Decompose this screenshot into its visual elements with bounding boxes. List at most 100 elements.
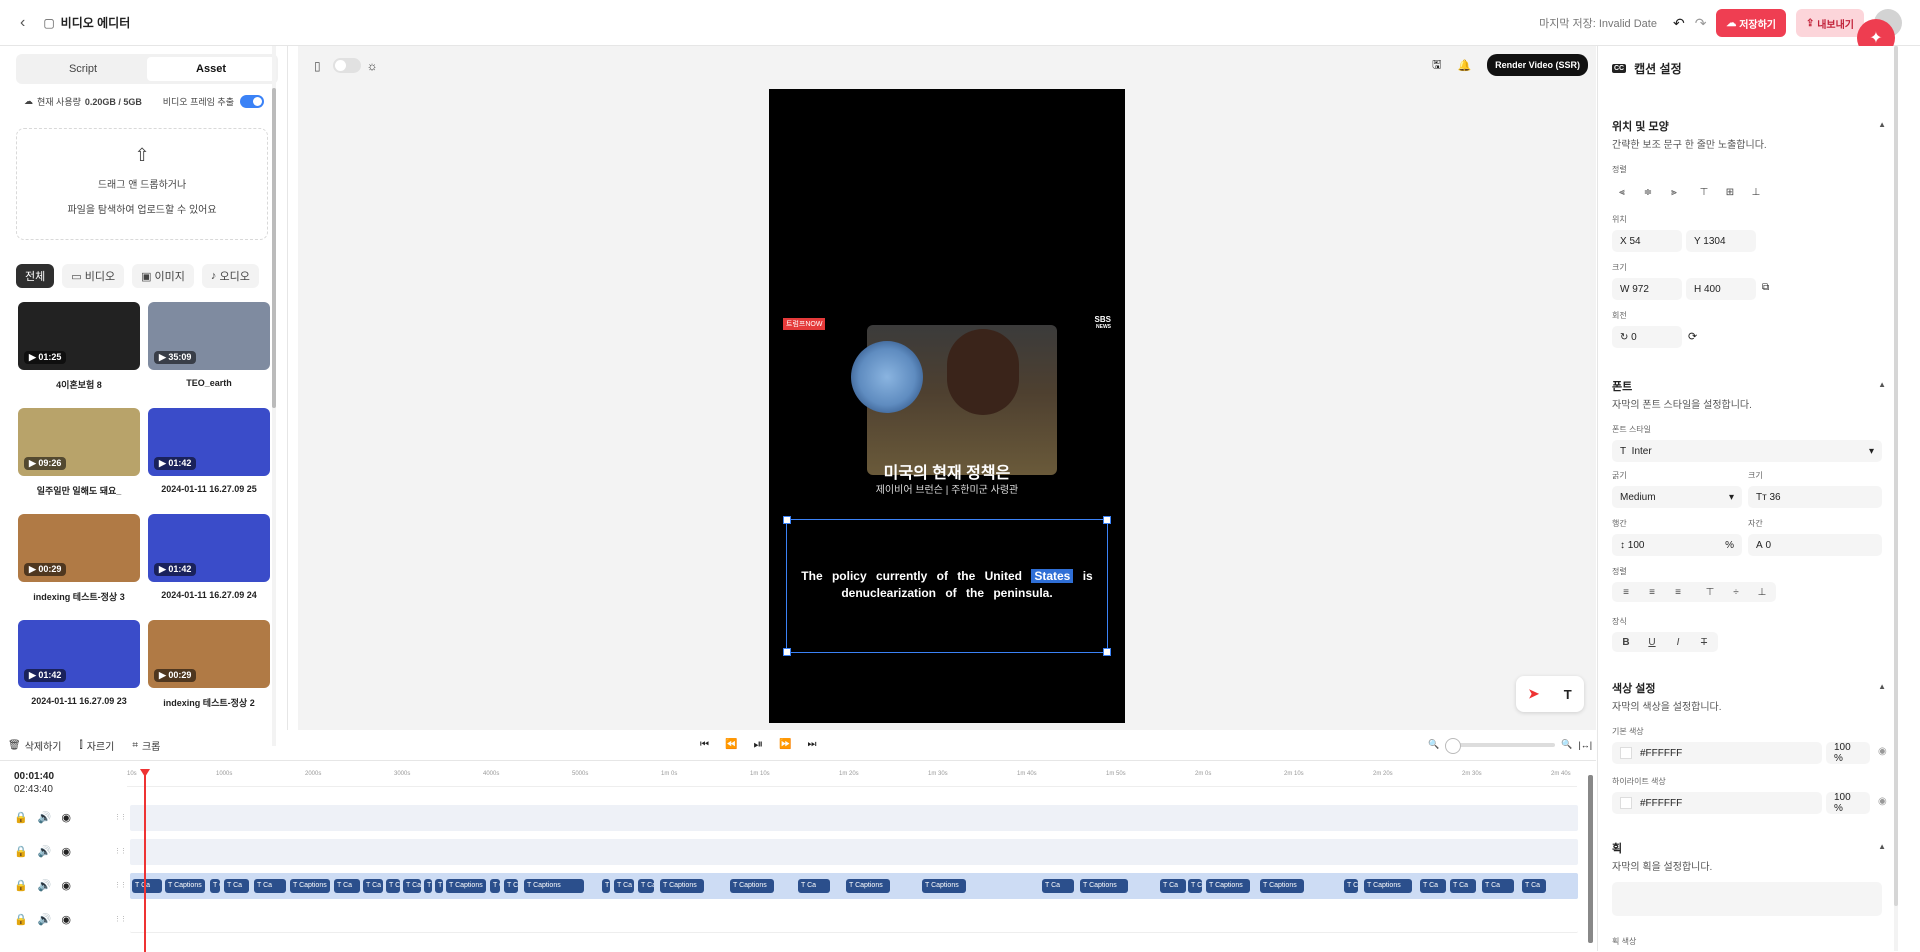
tab-script[interactable]: Script: [19, 57, 147, 81]
y-input[interactable]: Y 1304: [1686, 230, 1756, 252]
text-tool-icon[interactable]: T: [1564, 687, 1572, 702]
eye-icon[interactable]: ◉: [61, 879, 71, 892]
panel-scrollbar[interactable]: [1894, 46, 1898, 951]
fit-width-icon[interactable]: |↔|: [1578, 740, 1592, 750]
caption-clip[interactable]: T Captions: [1080, 879, 1128, 893]
bold-icon[interactable]: B: [1616, 632, 1636, 652]
asset-card[interactable]: ▶ 01:42 2024-01-11 16.27.09 23: [18, 620, 140, 718]
caption-clip[interactable]: T Ca: [638, 879, 654, 893]
track-lane[interactable]: [130, 839, 1578, 865]
resize-handle[interactable]: [1103, 516, 1111, 524]
zoom-in-icon[interactable]: 🔍: [1561, 739, 1572, 750]
sun-icon[interactable]: ☼: [367, 59, 378, 73]
underline-icon[interactable]: U: [1642, 632, 1662, 652]
sidebar-toggle-icon[interactable]: ▯: [314, 59, 321, 73]
bell-icon[interactable]: 🔔: [1457, 59, 1471, 72]
rotate-reset-icon[interactable]: ⟳: [1688, 330, 1697, 343]
caption-clip[interactable]: T Captions: [1364, 879, 1412, 893]
aspect-lock-icon[interactable]: ⧉: [1762, 282, 1769, 293]
caption-clip[interactable]: T Captions: [730, 879, 774, 893]
theme-toggle[interactable]: [332, 58, 361, 73]
play-icon[interactable]: ⏯: [753, 737, 763, 752]
lock-icon[interactable]: 🔒: [14, 845, 28, 858]
align-center-icon[interactable]: ≑: [1638, 182, 1658, 202]
drag-handle-icon[interactable]: ⋮⋮: [114, 881, 127, 891]
base-color-input[interactable]: #FFFFFF: [1612, 742, 1822, 764]
height-input[interactable]: H 400: [1686, 278, 1756, 300]
caption-clip[interactable]: T Ca: [1482, 879, 1514, 893]
lock-icon[interactable]: 🔒: [14, 811, 28, 824]
undo-icon[interactable]: ↶: [1673, 15, 1685, 32]
upload-dropzone[interactable]: ⇧ 드래그 앤 드롭하거나 파일을 탐색하여 업로드할 수 있어요: [16, 128, 268, 240]
skip-end-icon[interactable]: ⏭: [808, 739, 817, 750]
caption-clip[interactable]: T Captions: [524, 879, 584, 893]
drag-handle-icon[interactable]: ⋮⋮: [114, 813, 127, 823]
tab-asset[interactable]: Asset: [147, 57, 275, 81]
caption-clip[interactable]: T Ca: [1344, 879, 1358, 893]
font-size-input[interactable]: Tт 36: [1748, 486, 1882, 508]
line-height-input[interactable]: ↕ 100%: [1612, 534, 1742, 556]
asset-scrollbar[interactable]: [272, 46, 276, 746]
save-button[interactable]: ☁ 저장하기: [1716, 9, 1787, 37]
valign-top-icon[interactable]: ⊤: [1700, 582, 1720, 602]
caption-clip[interactable]: T Ca: [386, 879, 400, 893]
caption-clip[interactable]: T Ca: [1420, 879, 1446, 893]
caption-clip[interactable]: T Ca: [403, 879, 421, 893]
drag-handle-icon[interactable]: ⋮⋮: [114, 847, 127, 857]
playhead[interactable]: [144, 771, 146, 952]
strikethrough-icon[interactable]: T: [1694, 632, 1714, 652]
caption-clip[interactable]: T Ca: [1042, 879, 1074, 893]
weight-select[interactable]: Medium ▾: [1612, 486, 1742, 508]
base-opacity-input[interactable]: 100 %: [1826, 742, 1870, 764]
asset-card[interactable]: ▶ 00:29 indexing 테스트-정상 3: [18, 514, 140, 612]
caption-clip[interactable]: T Ca: [1188, 879, 1202, 893]
crop-button[interactable]: ⌗ 크롭: [132, 738, 160, 753]
eye-icon[interactable]: ◉: [1878, 796, 1887, 807]
color-swatch[interactable]: [1620, 747, 1632, 759]
render-video-button[interactable]: Render Video (SSR): [1487, 54, 1588, 76]
delete-button[interactable]: 🗑 삭제하기: [8, 738, 62, 753]
collapse-icon[interactable]: ▲: [1878, 120, 1886, 129]
resize-handle[interactable]: [783, 516, 791, 524]
caption-clip[interactable]: T Ca: [798, 879, 830, 893]
volume-icon[interactable]: 🔊: [38, 845, 52, 858]
filter-image[interactable]: ▣ 이미지: [132, 264, 194, 288]
text-align-center-icon[interactable]: ≡: [1642, 582, 1662, 602]
font-select[interactable]: T Inter ▾: [1612, 440, 1882, 462]
italic-icon[interactable]: I: [1668, 632, 1688, 652]
asset-card[interactable]: ▶ 01:42 2024-01-11 16.27.09 24: [148, 514, 270, 612]
eye-icon[interactable]: ◉: [61, 845, 71, 858]
resize-handle[interactable]: [783, 648, 791, 656]
time-ruler[interactable]: 10s 1000s 2000s 3000s 4000s 5000s 1m 0s 1m 10s 1…: [127, 771, 1577, 787]
valign-bottom-icon[interactable]: ⊥: [1752, 582, 1772, 602]
letter-spacing-input[interactable]: A 0: [1748, 534, 1882, 556]
caption-clip[interactable]: T Ca: [254, 879, 286, 893]
x-input[interactable]: X 54: [1612, 230, 1682, 252]
caption-clip[interactable]: T Ca: [1160, 879, 1186, 893]
caption-clip[interactable]: T Captions: [1260, 879, 1304, 893]
align-right-icon[interactable]: ⫸: [1664, 182, 1684, 202]
collapse-icon[interactable]: ▲: [1878, 682, 1886, 691]
track-lane[interactable]: [130, 805, 1578, 831]
caption-clip[interactable]: T Ca: [435, 879, 443, 893]
drag-handle-icon[interactable]: ⋮⋮: [114, 915, 127, 925]
back-icon[interactable]: ‹: [20, 14, 25, 32]
caption-clip[interactable]: T Captions: [922, 879, 966, 893]
caption-clip[interactable]: T Ca: [602, 879, 610, 893]
valign-middle-icon[interactable]: ÷: [1726, 582, 1746, 602]
skip-start-icon[interactable]: ⏮: [700, 739, 709, 750]
caption-clip[interactable]: T Captions: [846, 879, 890, 893]
highlight-opacity-input[interactable]: 100 %: [1826, 792, 1870, 814]
color-swatch[interactable]: [1620, 797, 1632, 809]
zoom-slider[interactable]: [1445, 737, 1556, 754]
frame-extract-toggle[interactable]: [240, 95, 264, 108]
fast-forward-icon[interactable]: ⏩: [779, 739, 791, 750]
caption-text[interactable]: The policy currently of the United State…: [797, 568, 1097, 602]
eye-icon[interactable]: ◉: [61, 913, 71, 926]
caption-clip[interactable]: T Captions: [446, 879, 486, 893]
rewind-icon[interactable]: ⏪: [725, 739, 737, 750]
resize-handle[interactable]: [1103, 648, 1111, 656]
pointer-tool-icon[interactable]: ➤: [1528, 686, 1539, 702]
width-input[interactable]: W 972: [1612, 278, 1682, 300]
caption-clip[interactable]: T Ca: [334, 879, 360, 893]
